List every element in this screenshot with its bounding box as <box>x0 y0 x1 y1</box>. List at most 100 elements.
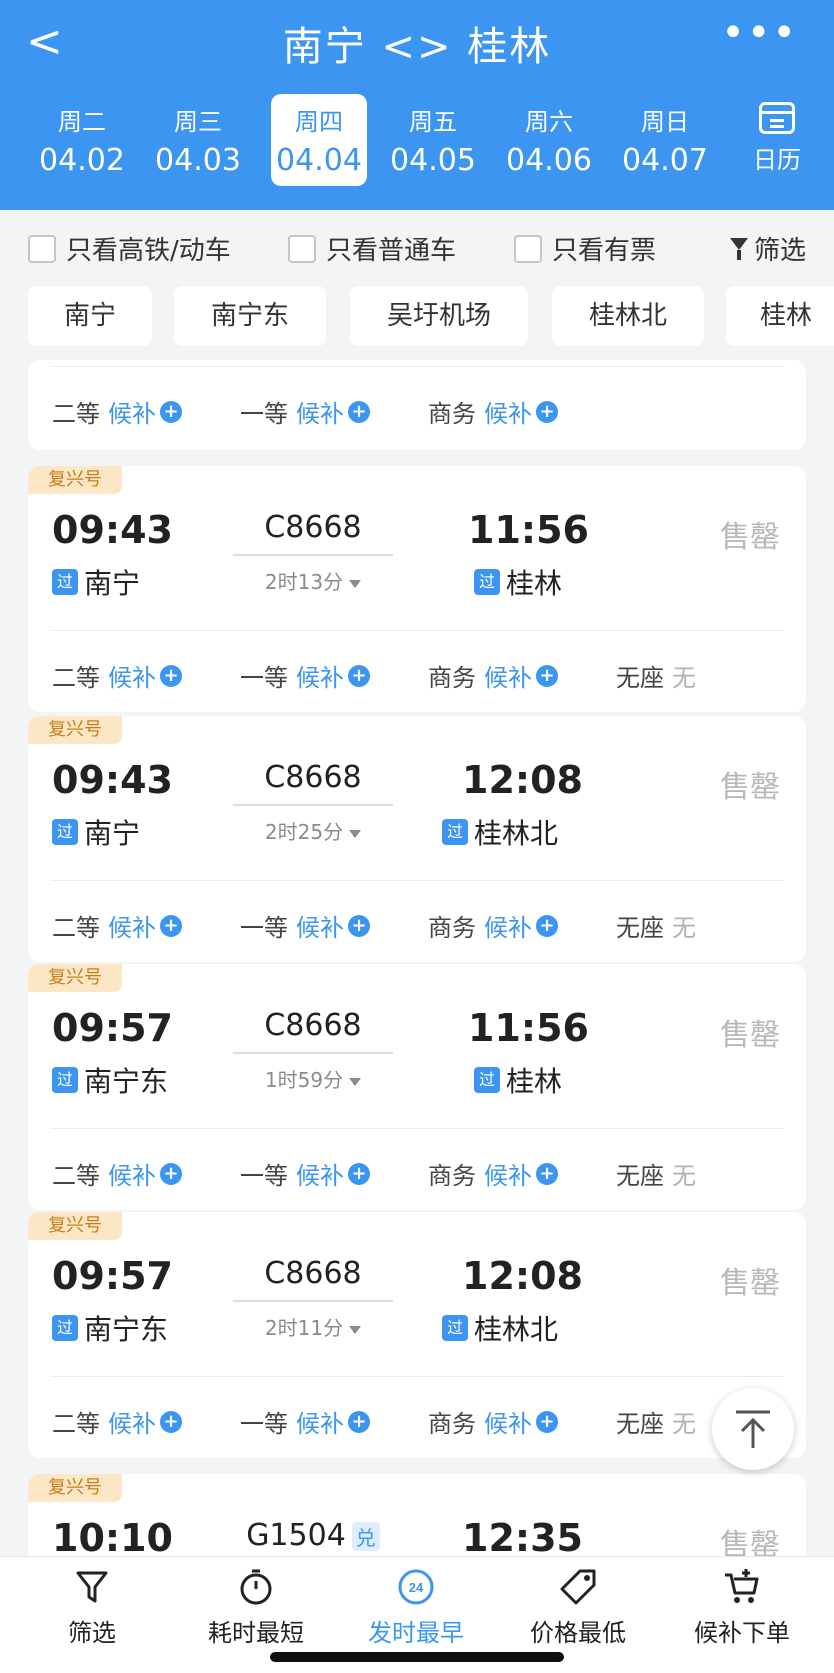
plus-icon: + <box>160 664 182 687</box>
seat-first-class[interactable]: 一等 候补 + <box>240 394 370 429</box>
seat-name: 无座 <box>616 1410 664 1438</box>
sort-earliest-button[interactable]: 24 发时最早 <box>346 1567 486 1648</box>
seat-first-class[interactable]: 一等 候补 + <box>240 658 370 693</box>
date-tab-0407[interactable]: 周日 04.07 <box>617 94 713 186</box>
seat-no-seat[interactable]: 无座无 <box>616 658 696 693</box>
date-weekday: 周五 <box>409 108 457 136</box>
train-line <box>233 1300 393 1302</box>
date-weekday: 周二 <box>58 108 106 136</box>
sort-shortest-button[interactable]: 耗时最短 <box>186 1567 326 1648</box>
departure-time: 09:43 <box>52 508 173 552</box>
high-speed-only-checkbox[interactable]: 只看高铁/动车 <box>28 230 231 267</box>
seat-business[interactable]: 商务 候补 + <box>428 1404 558 1439</box>
checkbox-box <box>514 234 542 263</box>
train-card[interactable]: 复兴号 10:10 G1504 兑 12:35 售罄 <box>28 1474 806 1564</box>
arrival-time: 11:56 <box>468 1006 589 1050</box>
seat-business[interactable]: 商务 候补 + <box>428 658 558 693</box>
seat-second-class[interactable]: 二等 候补 + <box>52 908 182 943</box>
seat-name: 一等 <box>240 400 288 428</box>
seat-status: 候补 <box>296 914 344 942</box>
station-chip-guilin-north[interactable]: 桂林北 <box>552 286 704 346</box>
date-value: 04.06 <box>506 143 592 178</box>
seat-second-class[interactable]: 二等 候补 + <box>52 1404 182 1439</box>
checkbox-box <box>288 234 316 263</box>
sort-filter-button[interactable]: 筛选 <box>22 1567 162 1648</box>
date-weekday: 周三 <box>174 108 222 136</box>
waitlist-order-button[interactable]: 候补下单 <box>672 1567 812 1648</box>
seat-business[interactable]: 商务 候补 + <box>428 908 558 943</box>
pass-badge: 过 <box>52 1315 78 1341</box>
seat-first-class[interactable]: 一等 候补 + <box>240 908 370 943</box>
date-tab-0402[interactable]: 周二 04.02 <box>34 94 130 186</box>
arrival-time: 12:35 <box>462 1516 583 1560</box>
station-name: 桂林 <box>506 567 563 600</box>
caret-down-icon <box>349 579 362 588</box>
train-card[interactable]: 复兴号 09:43 C8668 2时25分 12:08 售罄 过南宁 过桂林北 … <box>28 716 806 962</box>
seat-first-class[interactable]: 一等 候补 + <box>240 1404 370 1439</box>
train-type-tag: 复兴号 <box>28 964 122 992</box>
sold-out-label: 售罄 <box>720 1018 780 1053</box>
seat-name: 商务 <box>428 1410 476 1438</box>
seat-business[interactable]: 商务 候补 + <box>428 1156 558 1191</box>
nav-label: 发时最早 <box>368 1619 464 1647</box>
train-line <box>233 804 393 806</box>
station-name: 南宁东 <box>84 1313 169 1346</box>
train-card-partial[interactable]: 二等 候补 + 一等 候补 + 商务 候补 + <box>28 360 806 450</box>
available-only-checkbox[interactable]: 只看有票 <box>514 230 656 267</box>
station-name: 南宁东 <box>84 1065 169 1098</box>
station-name: 桂林 <box>506 1065 563 1098</box>
seat-status: 候补 <box>484 914 532 942</box>
seat-name: 商务 <box>428 664 476 692</box>
funnel-icon <box>22 1567 162 1607</box>
station-chip-wuxu-airport[interactable]: 吴圩机场 <box>350 286 528 346</box>
seat-name: 二等 <box>52 914 100 942</box>
seat-no-seat[interactable]: 无座无 <box>616 1404 696 1439</box>
train-type-tag: 复兴号 <box>28 1474 122 1502</box>
duration[interactable]: 2时11分 <box>233 1312 393 1341</box>
card-divider <box>50 880 784 881</box>
top-header: < 南宁 <> 桂林 ••• 周二 04.02 周三 04.03 周四 04.0… <box>0 0 834 210</box>
more-menu-button[interactable]: ••• <box>721 10 798 56</box>
arrival-station: 过桂林北 <box>442 812 558 852</box>
duration[interactable]: 2时13分 <box>233 566 393 595</box>
station-chip-guilin[interactable]: 桂林 <box>726 286 834 346</box>
duration[interactable]: 1时59分 <box>233 1064 393 1093</box>
seat-no-seat[interactable]: 无座无 <box>616 1156 696 1191</box>
station-chip-nanning[interactable]: 南宁 <box>28 286 152 346</box>
date-tab-0406[interactable]: 周六 04.06 <box>501 94 597 186</box>
plus-icon: + <box>536 914 558 937</box>
normal-only-checkbox[interactable]: 只看普通车 <box>288 230 456 267</box>
sort-cheapest-button[interactable]: 价格最低 <box>508 1567 648 1648</box>
train-number: C8668 <box>264 760 362 795</box>
price-tag-icon <box>508 1567 648 1607</box>
date-tab-0404[interactable]: 周四 04.04 <box>271 94 367 186</box>
train-card[interactable]: 复兴号 09:43 C8668 2时13分 11:56 售罄 过南宁 过桂林 二… <box>28 466 806 712</box>
funnel-icon <box>729 237 748 260</box>
plus-icon: + <box>348 664 370 687</box>
train-line <box>233 554 393 556</box>
seat-no-seat[interactable]: 无座无 <box>616 908 696 943</box>
seat-business[interactable]: 商务 候补 + <box>428 394 558 429</box>
calendar-button[interactable]: 日历 <box>742 102 812 175</box>
seat-first-class[interactable]: 一等 候补 + <box>240 1156 370 1191</box>
date-tab-0403[interactable]: 周三 04.03 <box>150 94 246 186</box>
plus-icon: + <box>536 664 558 687</box>
filter-button[interactable]: 筛选 <box>729 230 806 267</box>
duration-text: 2时25分 <box>264 820 344 844</box>
station-chip-nanning-east[interactable]: 南宁东 <box>174 286 326 346</box>
seat-second-class[interactable]: 二等 候补 + <box>52 394 182 429</box>
back-to-top-button[interactable] <box>712 1388 794 1470</box>
date-tab-0405[interactable]: 周五 04.05 <box>385 94 481 186</box>
station-chips: 南宁 南宁东 吴圩机场 桂林北 桂林 <box>0 282 834 352</box>
seat-second-class[interactable]: 二等 候补 + <box>52 1156 182 1191</box>
seat-second-class[interactable]: 二等 候补 + <box>52 658 182 693</box>
train-card[interactable]: 复兴号 09:57 C8668 1时59分 11:56 售罄 过南宁东 过桂林 … <box>28 964 806 1210</box>
station-name: 桂林北 <box>474 1313 559 1346</box>
seat-status: 候补 <box>108 400 156 428</box>
checkbox-box <box>28 234 56 263</box>
duration[interactable]: 2时25分 <box>233 816 393 845</box>
train-card[interactable]: 复兴号 09:57 C8668 2时11分 12:08 售罄 过南宁东 过桂林北… <box>28 1212 806 1458</box>
arrival-station: 过桂林 <box>474 562 562 602</box>
nav-label: 筛选 <box>68 1619 116 1647</box>
seat-name: 无座 <box>616 914 664 942</box>
